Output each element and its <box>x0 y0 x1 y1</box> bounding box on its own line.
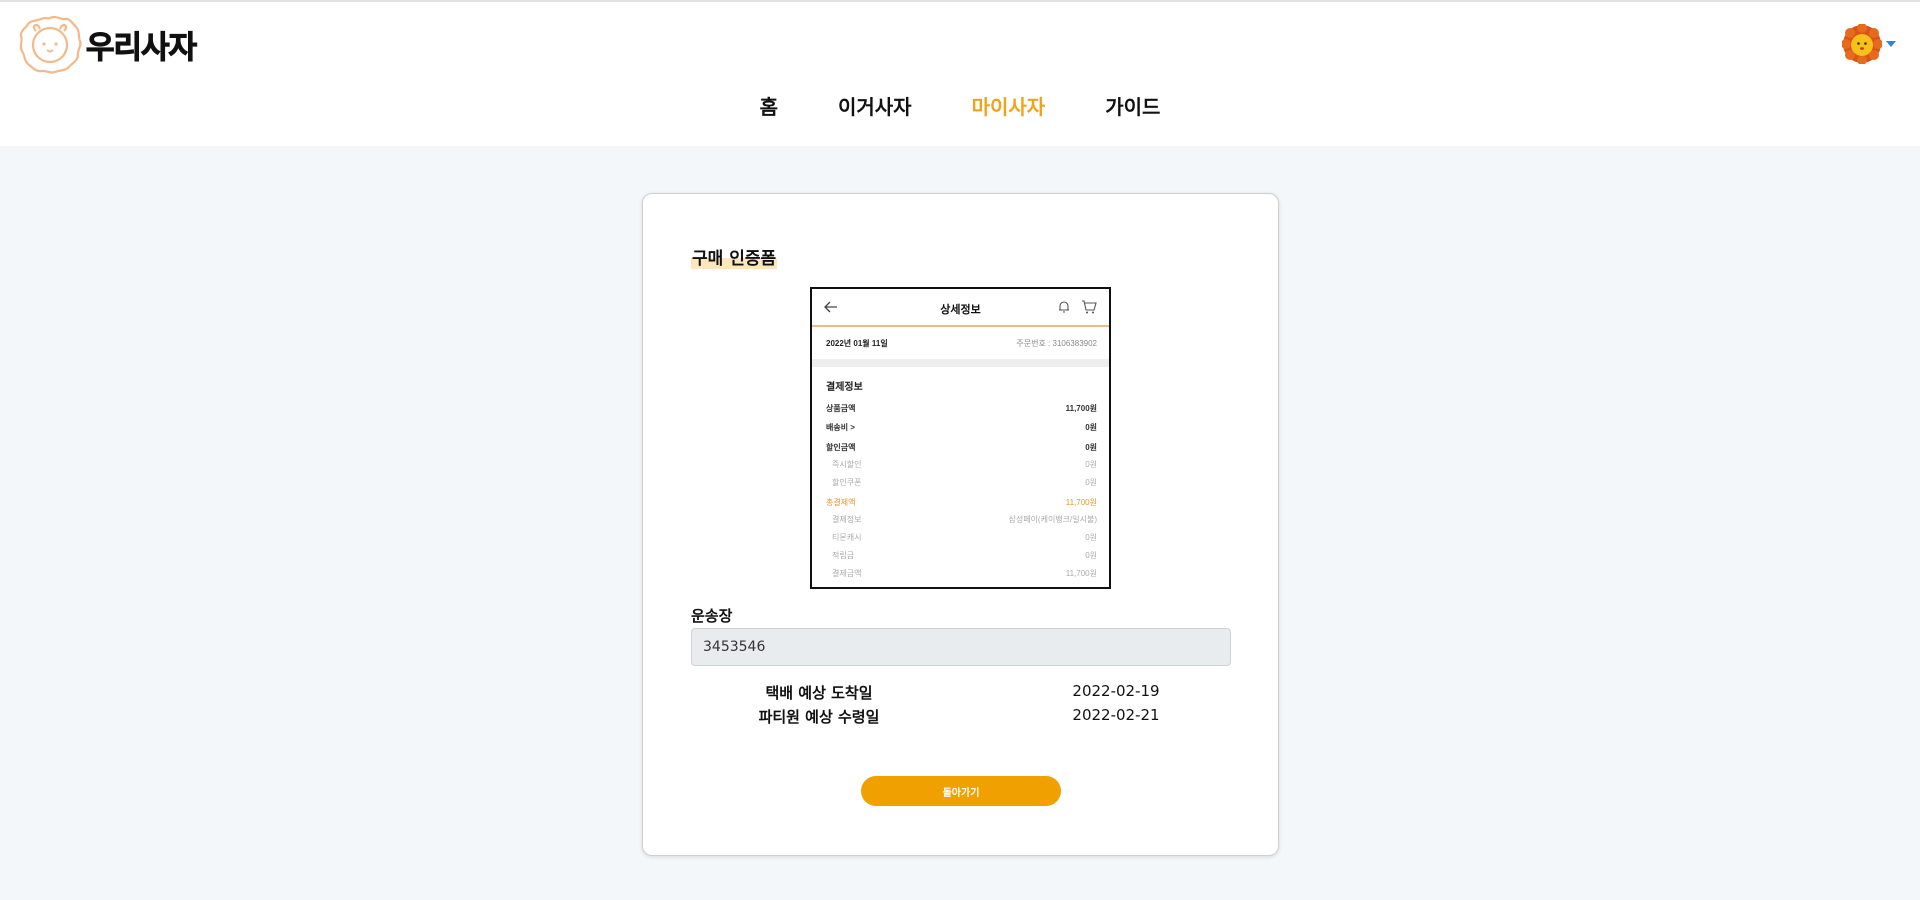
receipt-divider <box>812 359 1109 367</box>
receipt-row: 결제금액 11,700원 <box>826 566 1097 580</box>
receipt-row-value: 0원 <box>1085 532 1097 542</box>
party-receipt-eta-value: 2022-02-21 <box>1072 706 1160 724</box>
receipt-row-key: 할인쿠폰 <box>832 477 862 487</box>
receipt-row-key: 결제정보 <box>832 514 862 524</box>
receipt-row: 총결제액 11,700원 <box>826 495 1097 509</box>
receipt-row: 할인쿠폰 0원 <box>826 475 1097 489</box>
delivery-eta-label: 택배 예상 도착일 <box>765 684 873 702</box>
delivery-eta-row: 택배 예상 도착일 2022-02-19 <box>691 682 1231 704</box>
receipt-row-key: 티몬캐시 <box>832 532 862 542</box>
back-button[interactable]: 돌아가기 <box>861 776 1061 806</box>
receipt-topbar: 상세정보 <box>812 289 1109 327</box>
party-receipt-eta-label: 파티원 예상 수령일 <box>758 708 880 726</box>
caret-down-icon <box>1886 41 1896 47</box>
receipt-row-value: 0원 <box>1085 550 1097 560</box>
bell-icon <box>1059 301 1069 313</box>
lion-logo-icon <box>19 15 82 74</box>
receipt-row: 즉시할인 0원 <box>826 457 1097 471</box>
receipt-section-title: 결제정보 <box>826 382 863 393</box>
cart-icon <box>1082 300 1097 314</box>
receipt-row: 상품금액 11,700원 <box>826 401 1097 415</box>
receipt-row-key: 배송비 > <box>826 422 855 432</box>
receipt-row-value: 0원 <box>1085 442 1097 452</box>
receipt-row-key: 할인금액 <box>826 442 856 452</box>
receipt-eta-row: 파티원 예상 수령일 2022-02-21 <box>691 706 1231 728</box>
receipt-row: 할인금액 0원 <box>826 440 1097 454</box>
brand-name: 우리사자 <box>85 29 197 66</box>
receipt-row: 배송비 > 0원 <box>826 420 1097 434</box>
card-title: 구매 인증폼 <box>691 244 778 269</box>
header: 우리사자 홈 이거사자 마이사자 가이드 <box>0 0 1920 146</box>
receipt-row-value: 0원 <box>1085 477 1097 487</box>
receipt-row-value: 11,700원 <box>1065 497 1097 507</box>
receipt-row-value: 11,700원 <box>1065 403 1097 413</box>
logo[interactable]: 우리사자 <box>18 14 198 74</box>
lion-avatar-icon <box>1842 24 1882 64</box>
profile-menu[interactable] <box>1842 24 1896 64</box>
receipt-row: 적립금 0원 <box>826 548 1097 562</box>
receipt-row-key: 결제금액 <box>832 568 862 578</box>
receipt-row-value: 0원 <box>1085 422 1097 432</box>
receipt-row-key: 즉시할인 <box>832 459 862 469</box>
receipt-row-value: 삼성페이(케이뱅크/일시불) <box>1008 514 1097 524</box>
receipt-row-value: 0원 <box>1085 459 1097 469</box>
nav-item-guide[interactable]: 가이드 <box>1075 92 1190 122</box>
receipt-image: 상세정보 2022년 01월 11일 주문번호 : 3106383902 결제정… <box>810 287 1111 589</box>
receipt-order-number: 주문번호 : 3106383902 <box>1016 339 1097 348</box>
receipt-row-key: 적립금 <box>832 550 855 560</box>
receipt-row-key: 상품금액 <box>826 403 856 413</box>
receipt-row-key: 총결제액 <box>826 497 856 507</box>
main-nav: 홈 이거사자 마이사자 가이드 <box>0 92 1920 122</box>
nav-item-home[interactable]: 홈 <box>730 92 808 122</box>
tracking-number-input[interactable] <box>691 628 1231 666</box>
receipt-date-row: 2022년 01월 11일 주문번호 : 3106383902 <box>812 333 1109 359</box>
receipt-date: 2022년 01월 11일 <box>826 339 888 348</box>
nav-item-buy-this[interactable]: 이거사자 <box>808 92 942 122</box>
purchase-verification-card: 구매 인증폼 상세정보 2022년 01월 11일 주문번호 : 3106383… <box>642 193 1279 856</box>
receipt-row: 티몬캐시 0원 <box>826 530 1097 544</box>
receipt-row-value: 11,700원 <box>1065 568 1097 578</box>
shipping-label: 운송장 <box>691 607 733 625</box>
receipt-row: 결제정보 삼성페이(케이뱅크/일시불) <box>826 512 1097 526</box>
delivery-eta-value: 2022-02-19 <box>1072 682 1160 700</box>
nav-item-my-page[interactable]: 마이사자 <box>942 92 1076 122</box>
